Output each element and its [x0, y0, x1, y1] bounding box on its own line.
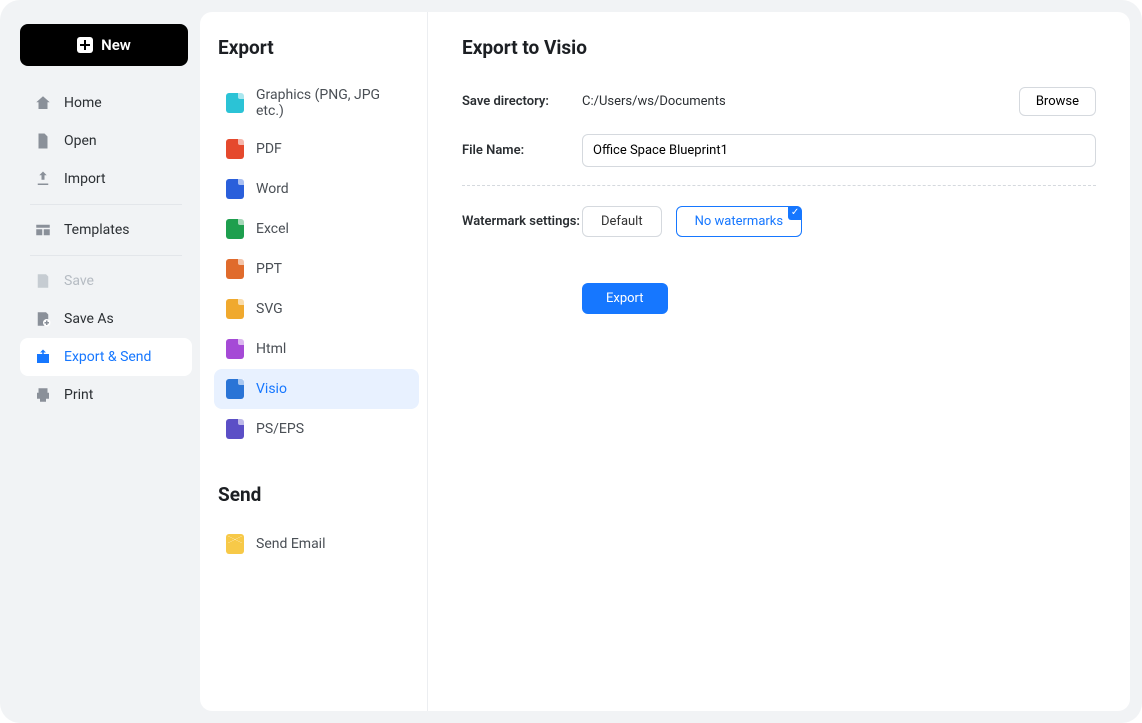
nav-label: Export & Send — [64, 349, 151, 365]
svg-icon — [226, 299, 244, 319]
nav-separator — [30, 204, 182, 205]
send-label: Send Email — [256, 536, 326, 552]
export-item-excel[interactable]: Excel — [214, 209, 419, 249]
save-icon — [34, 272, 52, 290]
watermark-none-button[interactable]: No watermarks — [676, 206, 802, 237]
nav-label: Print — [64, 387, 93, 403]
save-dir-label: Save directory: — [462, 94, 582, 109]
nav-label: Import — [64, 171, 106, 187]
new-button-label: New — [101, 36, 131, 54]
nav-item-export-send[interactable]: Export & Send — [20, 338, 192, 376]
email-icon — [226, 534, 244, 554]
nav-separator — [30, 255, 182, 256]
export-heading: Export — [218, 36, 419, 59]
export-label: Html — [256, 341, 286, 357]
home-icon — [34, 94, 52, 112]
nav-item-templates[interactable]: Templates — [20, 211, 192, 249]
html-icon — [226, 339, 244, 359]
export-label: Excel — [256, 221, 289, 237]
pseps-icon — [226, 419, 244, 439]
export-item-html[interactable]: Html — [214, 329, 419, 369]
graphics-icon — [226, 93, 244, 113]
excel-icon — [226, 219, 244, 239]
send-heading: Send — [218, 483, 419, 506]
export-item-pseps[interactable]: PS/EPS — [214, 409, 419, 449]
nav-item-home[interactable]: Home — [20, 84, 192, 122]
nav-label: Open — [64, 133, 97, 149]
export-label: Word — [256, 181, 289, 197]
app-window: New Home Open Import Templates — [0, 0, 1142, 723]
export-item-pdf[interactable]: PDF — [214, 129, 419, 169]
nav-label: Save As — [64, 311, 114, 327]
save-as-icon — [34, 310, 52, 328]
export-label: Visio — [256, 381, 287, 397]
import-icon — [34, 170, 52, 188]
pdf-icon — [226, 139, 244, 159]
left-sidebar: New Home Open Import Templates — [12, 12, 200, 711]
export-label: SVG — [256, 301, 283, 317]
filename-label: File Name: — [462, 143, 582, 158]
filename-input[interactable] — [582, 134, 1096, 167]
filename-row: File Name: — [462, 134, 1096, 167]
nav-label: Home — [64, 95, 102, 111]
export-item-visio[interactable]: Visio — [214, 369, 419, 409]
nav-item-save: Save — [20, 262, 192, 300]
nav-label: Save — [64, 273, 94, 289]
watermark-default-button[interactable]: Default — [582, 206, 662, 237]
main-panel: Export Graphics (PNG, JPG etc.) PDF Word… — [200, 12, 1130, 711]
export-item-word[interactable]: Word — [214, 169, 419, 209]
nav-item-print[interactable]: Print — [20, 376, 192, 414]
save-dir-value: C:/Users/ws/Documents — [582, 94, 1019, 109]
plus-icon — [77, 37, 93, 53]
export-icon — [34, 348, 52, 366]
visio-icon — [226, 379, 244, 399]
save-directory-row: Save directory: C:/Users/ws/Documents Br… — [462, 87, 1096, 116]
export-label: PS/EPS — [256, 421, 304, 437]
nav-item-open[interactable]: Open — [20, 122, 192, 160]
watermark-row: Watermark settings: Default No watermark… — [462, 206, 1096, 237]
new-button[interactable]: New — [20, 24, 188, 66]
export-item-svg[interactable]: SVG — [214, 289, 419, 329]
export-format-column: Export Graphics (PNG, JPG etc.) PDF Word… — [200, 12, 428, 711]
nav-item-import[interactable]: Import — [20, 160, 192, 198]
templates-icon — [34, 221, 52, 239]
export-label: Graphics (PNG, JPG etc.) — [256, 87, 407, 119]
form-separator — [462, 185, 1096, 186]
print-icon — [34, 386, 52, 404]
export-item-ppt[interactable]: PPT — [214, 249, 419, 289]
export-button[interactable]: Export — [582, 283, 668, 314]
export-detail-column: Export to Visio Save directory: C:/Users… — [428, 12, 1130, 711]
export-label: PPT — [256, 261, 282, 277]
export-label: PDF — [256, 141, 282, 157]
nav-label: Templates — [64, 222, 130, 238]
export-item-graphics[interactable]: Graphics (PNG, JPG etc.) — [214, 77, 419, 129]
send-item-email[interactable]: Send Email — [214, 524, 419, 564]
nav-item-save-as[interactable]: Save As — [20, 300, 192, 338]
detail-title: Export to Visio — [462, 36, 1096, 59]
ppt-icon — [226, 259, 244, 279]
file-icon — [34, 132, 52, 150]
watermark-label: Watermark settings: — [462, 214, 582, 229]
word-icon — [226, 179, 244, 199]
browse-button[interactable]: Browse — [1019, 87, 1096, 116]
